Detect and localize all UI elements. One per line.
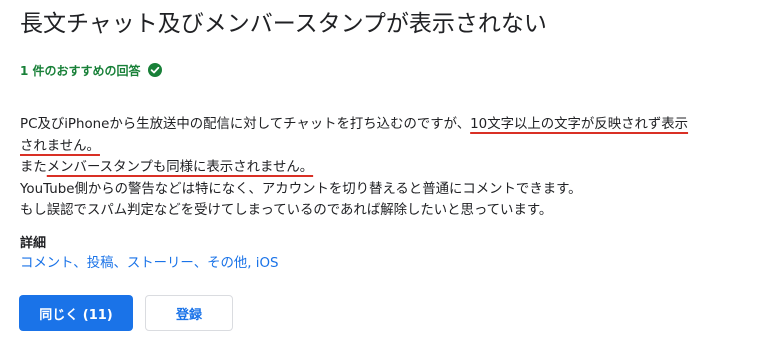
tag-post[interactable]: 投稿	[87, 256, 114, 271]
subscribe-button[interactable]: 登録	[145, 295, 233, 331]
body-line-3-text: また	[20, 160, 47, 175]
body-line-3: またメンバースタンプも同様に表示されません。	[20, 157, 750, 179]
tag-other[interactable]: その他	[207, 256, 247, 271]
body-line-1-text: PC及びiPhoneから生放送中の配信に対してチャットを打ち込むのですが、	[20, 117, 471, 132]
tag-story[interactable]: ストーリー	[127, 256, 194, 271]
tag-comment[interactable]: コメント	[20, 256, 73, 271]
check-circle-icon	[147, 62, 163, 78]
highlighted-text-1: 10文字以上の文字が反映されず表示	[470, 117, 689, 132]
body-line-2: されません。	[20, 136, 750, 158]
highlighted-text-3: メンバースタンプも同様に表示されません。	[46, 160, 314, 175]
tag-ios[interactable]: iOS	[256, 256, 279, 271]
details-heading: 詳細	[20, 236, 47, 251]
recommended-answer-badge[interactable]: 1 件のおすすめの回答	[20, 60, 163, 80]
same-question-button[interactable]: 同じく (11)	[19, 295, 133, 331]
body-line-4: YouTube側からの警告などは特になく、アカウントを切り替えると普通にコメント…	[20, 181, 582, 197]
question-body: PC及びiPhoneから生放送中の配信に対してチャットを打ち込むのですが、10文…	[20, 114, 750, 222]
tag-separator: ,	[247, 256, 256, 271]
body-line-1: PC及びiPhoneから生放送中の配信に対してチャットを打ち込むのですが、10文…	[20, 114, 750, 136]
tag-separator: 、	[113, 256, 127, 271]
recommended-answer-count: 1 件のおすすめの回答	[20, 63, 141, 78]
body-line-5: もし誤認でスパム判定などを受けてしまっているのであれば解除したいと思っています。	[20, 203, 553, 218]
details-tags: コメント、投稿、ストーリー、その他, iOS	[20, 251, 279, 271]
tag-separator: 、	[193, 256, 208, 271]
tag-separator: 、	[73, 256, 87, 271]
highlighted-text-2: されません。	[20, 138, 100, 154]
page-title: 長文チャット及びメンバースタンプが表示されない	[20, 11, 547, 37]
